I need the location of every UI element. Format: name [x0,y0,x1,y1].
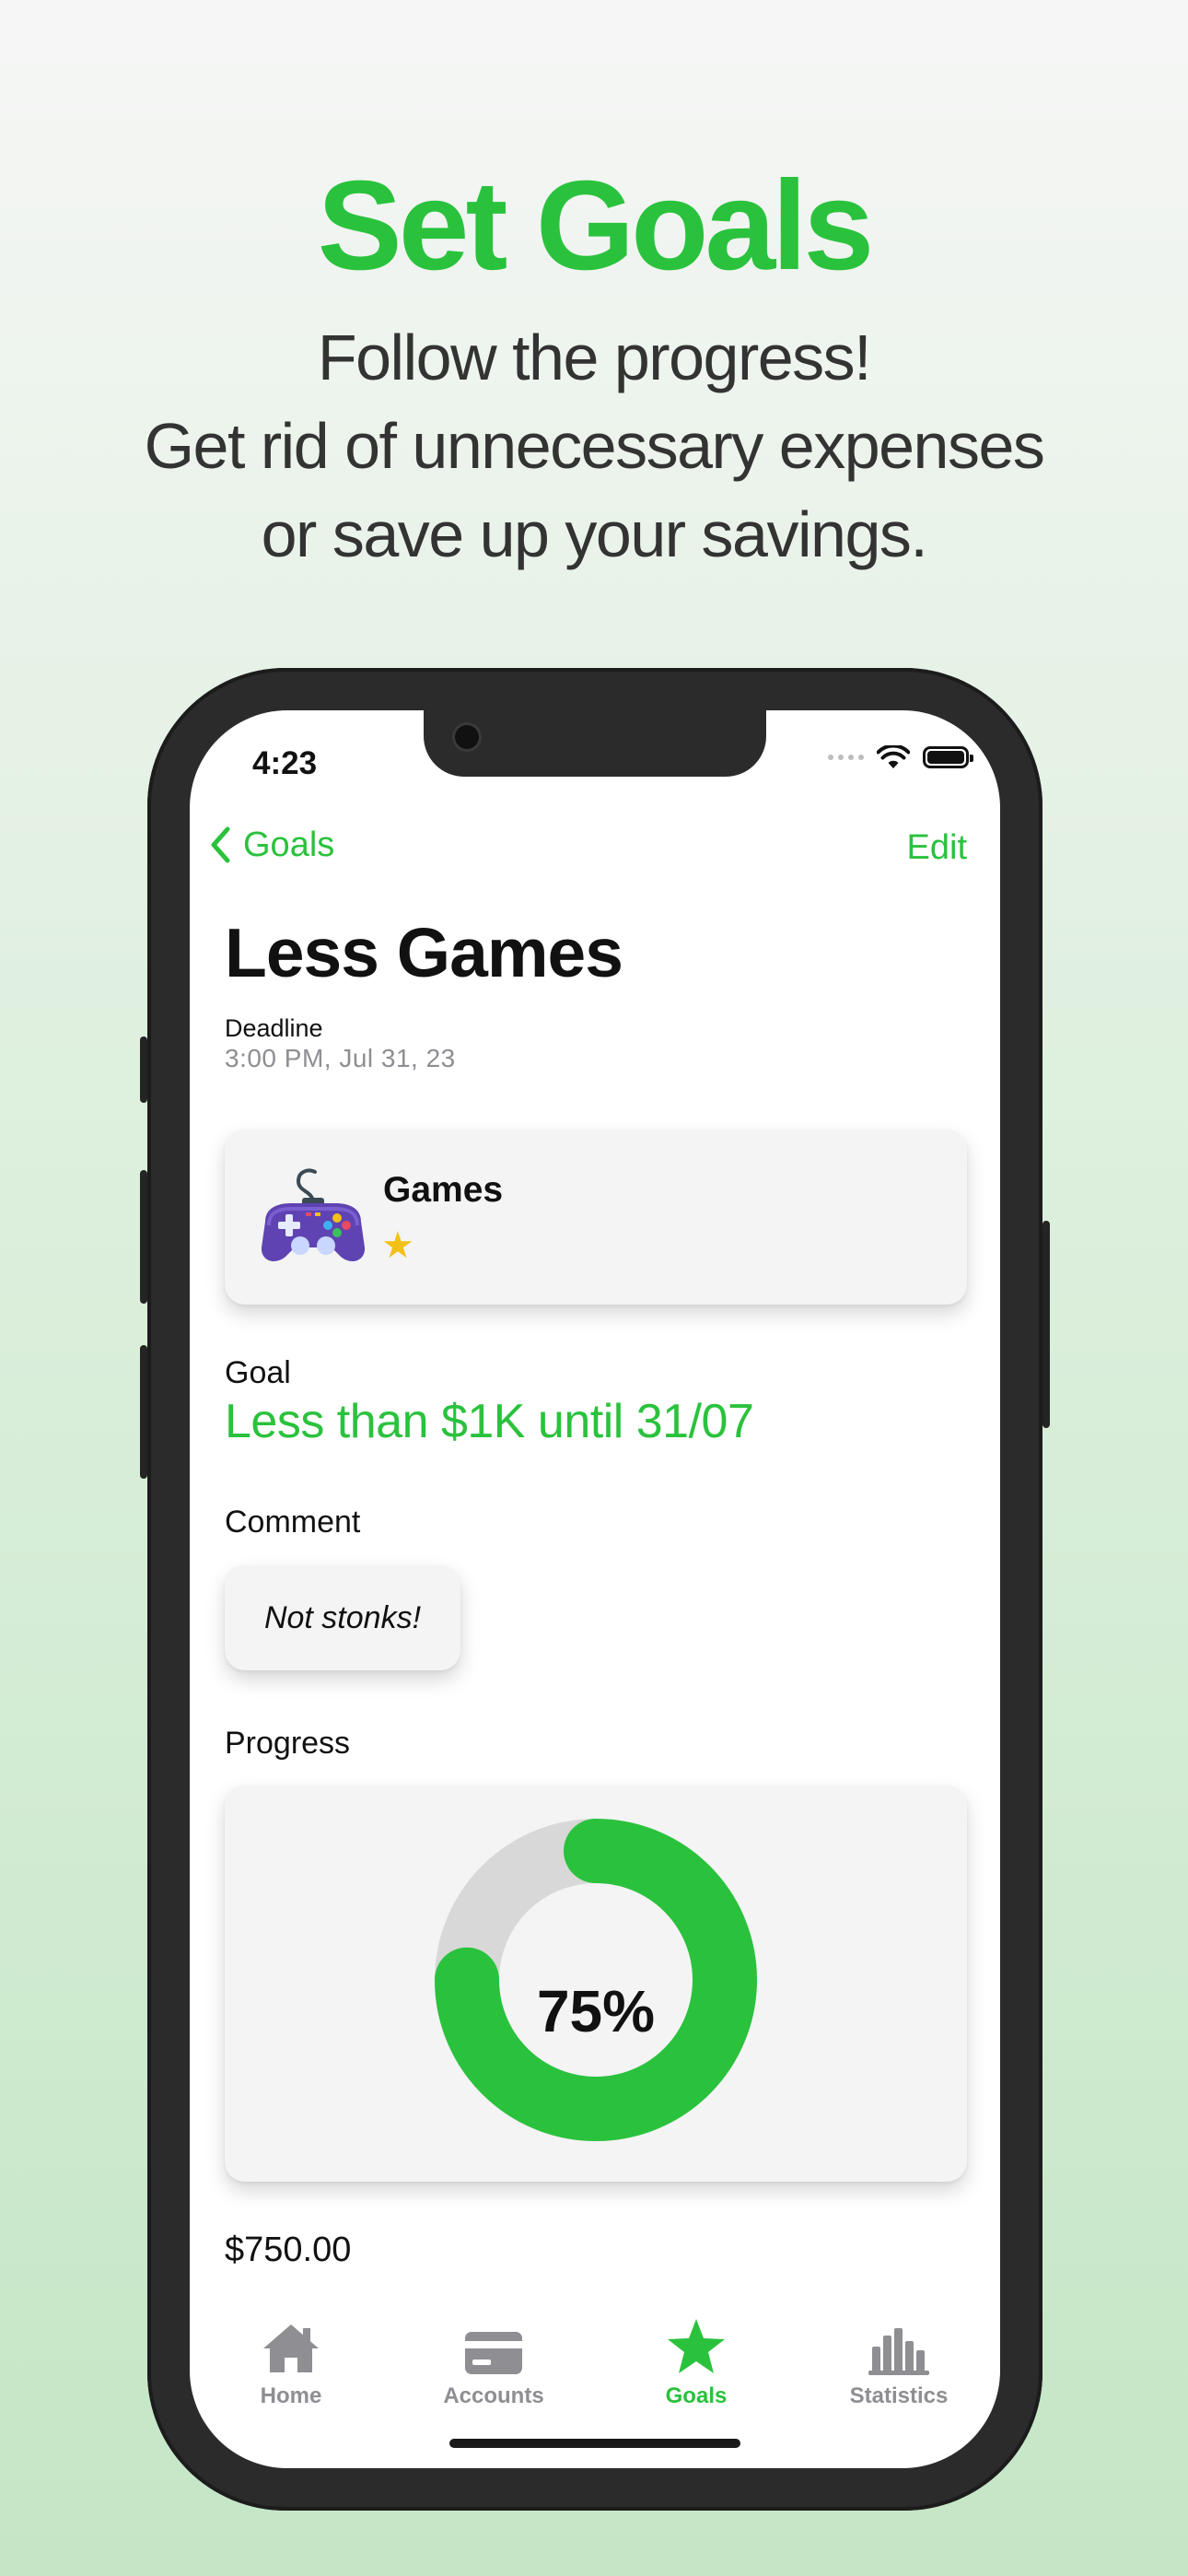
home-icon [263,2324,319,2372]
side-button-mute [140,1036,147,1103]
deadline-label: Deadline [225,1014,323,1042]
battery-icon [923,746,973,768]
side-button-volume-down [140,1345,147,1479]
gamepad-icon [261,1168,366,1261]
card-icon [465,2332,522,2374]
back-label: Goals [243,825,335,864]
phone-frame: 4:23 Goals Edit Less Games Deadline 3:00… [140,668,1050,2511]
deadline-value: 3:00 PM, Jul 31, 23 [225,1044,456,1072]
favorite-star-icon: ★ [381,1225,414,1266]
tab-accounts[interactable]: Accounts [411,2312,577,2409]
promo-subtitle-line: Get rid of unnecessary expenses [144,410,1045,482]
tab-accounts-label: Accounts [443,2383,544,2408]
notch [424,710,766,777]
progress-ring: 75% [435,1819,757,2141]
promo-title: Set Goals [317,155,875,297]
tab-goals-label: Goals [665,2383,728,2408]
category-card[interactable]: Games ★ [225,1130,967,1305]
promo-subtitle-line: Follow the progress! [317,322,872,393]
tab-bar: Home Accounts Goals Statistics [190,2312,1000,2422]
page-title: Less Games [225,914,623,991]
tab-home-label: Home [260,2383,322,2408]
edit-button[interactable]: Edit [907,828,967,868]
promo-subtitle-line: or save up your savings. [261,498,928,570]
back-button[interactable]: Goals [208,825,334,865]
comment-text: Not stonks! [263,1600,422,1635]
status-icons [828,745,973,769]
goal-value: Less than $1K until 31/07 [225,1395,754,1448]
goal-label: Goal [225,1355,291,1390]
comment-label: Comment [225,1505,361,1540]
side-button-volume-up [140,1170,147,1304]
phone-screen: 4:23 Goals Edit Less Games Deadline 3:00… [190,710,1000,2468]
star-icon [668,2319,725,2373]
tab-home[interactable]: Home [208,2312,374,2409]
promo-subtitle: Follow the progress! Get rid of unnecess… [0,313,1188,579]
chevron-left-icon [211,826,230,863]
category-name: Games [383,1170,504,1210]
bar-chart-icon [868,2328,929,2375]
wifi-icon [877,745,910,768]
home-indicator [449,2439,740,2448]
tab-statistics[interactable]: Statistics [816,2312,982,2409]
progress-card: 75% [225,1786,967,2182]
tab-goals[interactable]: Goals [613,2312,779,2409]
progress-amount: $750.00 [225,2231,352,2269]
status-time: 4:23 [252,745,318,781]
progress-label: Progress [225,1726,351,1761]
tab-statistics-label: Statistics [849,2383,949,2408]
progress-percent: 75% [536,1978,656,2044]
camera [455,725,479,749]
comment-card: Not stonks! [225,1565,460,1670]
side-button-power [1042,1221,1050,1428]
cellular-signal-icon [828,755,864,760]
